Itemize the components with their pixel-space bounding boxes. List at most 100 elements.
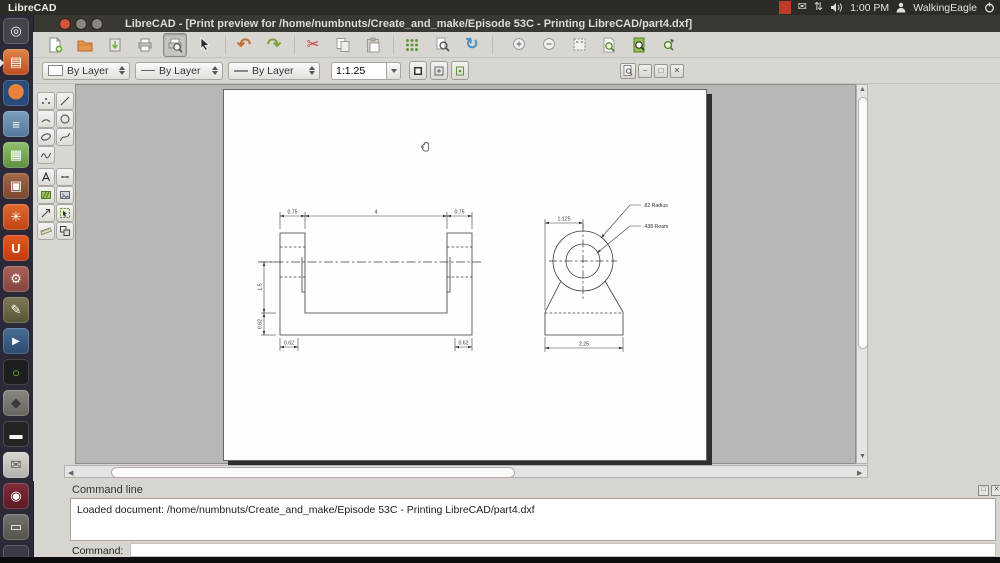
select-arrow-button[interactable] [193,33,217,57]
image-tool-button[interactable] [56,186,74,204]
command-history[interactable]: Loaded document: /home/numbnuts/Create_a… [70,498,996,541]
undo-button[interactable]: ↶ [232,33,256,57]
dimension-tool-button[interactable] [56,168,74,186]
mdi-restore-button[interactable]: □ [654,64,668,78]
hscroll-thumb[interactable] [111,467,515,478]
snap-grid-button[interactable] [400,33,424,57]
launcher-terminal[interactable]: ▬ [3,421,29,447]
new-file-button[interactable] [43,33,67,57]
scale-dropdown-arrow[interactable] [386,62,401,80]
username-label[interactable]: WalkingEagle [913,2,977,14]
redraw-button[interactable]: ↻ [460,33,484,57]
mail-icon[interactable]: ✉ [798,2,807,13]
zoom-pan-button[interactable] [657,33,681,57]
paste-button[interactable] [361,33,385,57]
freehand-tool-button[interactable] [37,146,55,164]
mdi-close-button[interactable]: ✕ [670,64,684,78]
network-arrows-icon[interactable]: ⇅ [814,2,823,13]
launcher-ubuntu-dash[interactable]: ◎ [3,18,29,44]
front-view-outline [280,233,472,335]
launcher-media-player[interactable]: ▶ [3,328,29,354]
launcher-firefox[interactable] [3,80,29,106]
arc-tool-button[interactable] [37,110,55,128]
command-line-title: Command line [72,484,143,496]
measure-tool-button[interactable] [37,222,55,240]
scroll-down-icon[interactable]: ▼ [859,453,866,460]
launcher-power-ring[interactable]: ○ [3,359,29,385]
select-tool-button[interactable] [56,204,74,222]
launcher-software-center[interactable]: ✳ [3,204,29,230]
hatch-tool-button[interactable] [37,186,55,204]
window-maximize-button[interactable] [91,18,103,30]
line-tool-button[interactable] [56,92,74,110]
text-tool-button[interactable] [37,168,55,186]
copy-button[interactable] [331,33,355,57]
open-file-button[interactable] [73,33,97,57]
window-minimize-button[interactable] [75,18,87,30]
panel-float-button[interactable]: □ [978,485,989,496]
redo-button[interactable]: ↷ [262,33,286,57]
command-input[interactable] [130,543,996,557]
circle-tool-button[interactable] [56,110,74,128]
ellipse-tool-button[interactable] [37,128,55,146]
scroll-right-icon[interactable]: ▶ [857,469,862,477]
cut-button[interactable]: ✂ [301,33,325,57]
block-tool-button[interactable] [56,222,74,240]
dim-label: 0.62 [258,319,264,329]
spline-tool-button[interactable] [56,128,74,146]
title-bar: LibreCAD - [Print preview for /home/numb… [33,15,1000,32]
zoom-page-button[interactable] [627,33,651,57]
launcher-libreoffice-calc[interactable]: ▦ [3,142,29,168]
scroll-up-icon[interactable]: ▲ [859,86,866,93]
mdi-menu-button[interactable] [620,63,636,79]
mdi-window-controls: − □ ✕ [620,63,686,79]
zoom-button[interactable] [430,33,454,57]
pen-width-dropdown[interactable]: By Layer [135,62,223,80]
launcher-libreoffice-impress[interactable]: ▣ [3,173,29,199]
line-tool-icon [59,95,71,107]
center-page-button[interactable] [451,61,469,80]
vscroll-thumb[interactable] [858,97,868,349]
app-menu-libread[interactable]: LibreCAD [0,2,56,14]
canvas-hscrollbar[interactable]: ◀ ▶ [64,465,868,478]
launcher-tool-pen[interactable]: ✎ [3,297,29,323]
launcher-files[interactable]: ▤ [3,49,29,75]
bw-toggle-button[interactable] [409,61,427,80]
launcher-media-editor[interactable]: ◉ [3,483,29,509]
grid-icon [405,38,419,52]
arc-tool-icon [40,113,52,125]
save-file-button[interactable] [103,33,127,57]
dim-label: 1.5 [258,283,264,290]
pen-color-dropdown[interactable]: By Layer [42,62,130,80]
zoom-out-button[interactable] [537,33,561,57]
launcher-ubuntu-one[interactable]: U [3,235,29,261]
point-tool-button[interactable] [37,92,55,110]
launcher-archive-manager[interactable]: ◆ [3,390,29,416]
scroll-left-icon[interactable]: ◀ [68,469,73,477]
panel-close-button[interactable]: ✕ [991,485,1000,496]
launcher-libreoffice-writer[interactable]: ≡ [3,111,29,137]
pen-linetype-dropdown[interactable]: By Layer [228,62,320,80]
print-button[interactable] [133,33,157,57]
fit-page-button[interactable] [430,61,448,80]
save-icon [107,37,123,53]
canvas-vscrollbar[interactable]: ▲ ▼ [856,84,868,464]
modify-tool-button[interactable] [37,204,55,222]
window-close-button[interactable] [59,18,71,30]
previous-view-button[interactable] [597,33,621,57]
launcher-mail[interactable]: ✉ [3,452,29,478]
mdi-minimize-button[interactable]: − [638,64,652,78]
user-icon[interactable] [896,2,906,13]
zoom-in-button[interactable] [507,33,531,57]
print-scale-input[interactable] [331,62,386,80]
command-panel-controls: □ ✕ [978,485,1000,496]
launcher-partial-app[interactable]: ▭ [3,514,29,540]
launcher-system-settings[interactable]: ⚙ [3,266,29,292]
clock[interactable]: 1:00 PM [850,2,889,14]
print-preview-button[interactable] [163,33,187,57]
session-gear-icon[interactable] [984,2,995,13]
red-indicator-icon[interactable] [779,1,791,14]
auto-zoom-button[interactable] [567,33,591,57]
volume-icon[interactable] [830,2,843,13]
command-log-line: Loaded document: /home/numbnuts/Create_a… [77,504,535,516]
